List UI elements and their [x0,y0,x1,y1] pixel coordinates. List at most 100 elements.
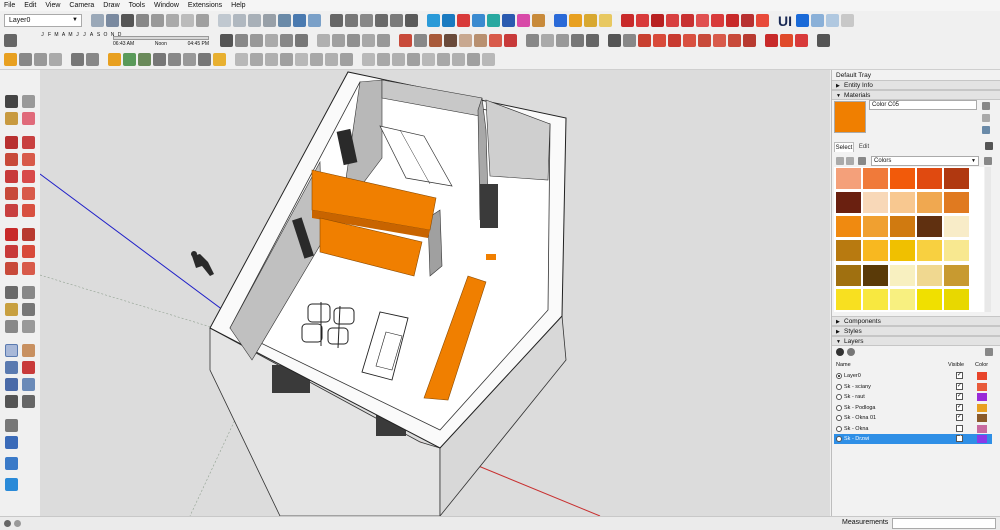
geo-icon[interactable] [608,33,621,47]
window-5-icon[interactable] [377,33,390,47]
extension-red-shape-9-icon[interactable] [741,14,754,27]
solid-union-icon[interactable] [345,14,358,27]
scene-14-icon[interactable] [437,53,450,66]
cube-3d-icon[interactable] [541,33,554,47]
extension-red-shape-3-icon[interactable] [651,14,664,27]
layer-color-swatch[interactable] [977,403,987,412]
extension-cube-orange-icon[interactable] [569,14,582,27]
polygon-icon[interactable] [22,170,35,183]
tool-red-icon[interactable] [743,33,756,47]
modeling-viewport[interactable] [40,70,830,516]
house-icon[interactable] [136,14,149,27]
window-2-icon[interactable] [332,33,345,47]
material-swatch[interactable] [863,192,888,214]
layer-dropdown[interactable]: Layer0 ▼ [4,14,82,27]
menu-extensions[interactable]: Extensions [188,0,222,11]
menu-help[interactable]: Help [231,0,245,11]
house-3d-icon[interactable] [526,33,539,47]
cone-icon[interactable] [728,33,741,47]
info-icon[interactable] [4,520,11,527]
tab-select[interactable]: Select [834,142,854,152]
extension-pipe-icon[interactable] [532,14,545,27]
sample-paint-icon[interactable] [982,102,990,110]
material-swatch[interactable] [890,264,915,286]
extension-red-shape-7-icon[interactable] [711,14,724,27]
material-swatch[interactable] [917,192,942,214]
tab-edit[interactable]: Edit [855,142,873,152]
two-point-arc-icon[interactable] [22,187,35,200]
eyedropper-icon[interactable] [985,142,993,150]
material-name-field[interactable]: Color C05 [869,100,977,110]
teapot-icon[interactable] [235,33,248,47]
teapot-outline-icon[interactable] [250,33,263,47]
rewind-icon[interactable] [811,14,824,27]
axes-tool-icon[interactable] [5,320,18,333]
material-swatch[interactable] [863,240,888,262]
scene-1-icon[interactable] [235,53,248,66]
arc-icon[interactable] [5,187,18,200]
hidden-line-icon[interactable] [263,14,276,27]
text-icon[interactable] [22,303,35,316]
google-earth-icon[interactable] [5,457,18,470]
extension-stretch-icon[interactable] [472,14,485,27]
extension-warehouse-icon[interactable] [34,53,47,66]
shadow-time-slider[interactable] [113,36,209,40]
material-swatch[interactable] [890,240,915,262]
play-icon[interactable] [796,14,809,27]
scale-icon[interactable] [5,262,18,275]
scene-12-icon[interactable] [407,53,420,66]
scene-13-icon[interactable] [422,53,435,66]
active-layer-radio[interactable] [836,394,842,400]
plugin-leaf-icon[interactable] [138,53,151,66]
material-swatch[interactable] [863,264,888,286]
scene-17-icon[interactable] [482,53,495,66]
material-swatch[interactable] [863,216,888,238]
create-material-icon[interactable] [982,114,990,122]
layer-visible-checkbox[interactable]: ✓ [956,393,963,400]
material-swatch[interactable] [890,288,915,310]
box-icon[interactable] [151,14,164,27]
paint-light-icon[interactable] [459,33,472,47]
extension-curve-icon[interactable] [517,14,530,27]
material-swatch[interactable] [890,168,915,189]
paint-brown-icon[interactable] [429,33,442,47]
walk-icon[interactable] [22,395,35,408]
layer-color-swatch[interactable] [977,372,987,380]
menu-file[interactable]: File [4,0,15,11]
plugin-orange-icon[interactable] [108,53,121,66]
notes-icon[interactable] [213,53,226,66]
layer-color-swatch[interactable] [977,393,987,401]
section-plane-icon[interactable] [5,436,18,449]
window-4-icon[interactable] [362,33,375,47]
position-camera-icon[interactable] [5,395,18,408]
step-back-icon[interactable] [826,14,839,27]
scene-9-icon[interactable] [362,53,375,66]
window-3-icon[interactable] [347,33,360,47]
validate-icon[interactable] [220,33,233,47]
material-swatch[interactable] [917,288,942,310]
add-location-icon[interactable] [5,478,18,491]
extension-red-shape-1-icon[interactable] [621,14,634,27]
material-swatch[interactable] [944,264,969,286]
group-icon[interactable] [91,14,104,27]
layer-visible-checkbox[interactable]: ✓ [956,382,963,390]
protractor-tool-icon[interactable] [5,303,18,316]
default-material-icon[interactable] [982,126,990,134]
extension-rotate-icon[interactable] [502,14,515,27]
chat-icon[interactable] [183,53,196,66]
push-icon[interactable] [571,33,584,47]
stop-icon[interactable] [841,14,854,27]
sandbox-icon[interactable] [265,33,278,47]
home-icon[interactable] [858,157,866,165]
extension-blue-icon[interactable] [554,14,567,27]
delete-layer-icon[interactable] [847,348,855,356]
scene-2-icon[interactable] [250,53,263,66]
zoom-extents-icon[interactable] [5,378,18,391]
menu-window[interactable]: Window [154,0,179,11]
scene-11-icon[interactable] [392,53,405,66]
sound-icon[interactable] [153,53,166,66]
getting-started-icon[interactable] [4,53,17,66]
cut-icon[interactable] [586,33,599,47]
material-swatch[interactable] [944,240,969,262]
swatch-scrollbar[interactable] [985,167,991,312]
